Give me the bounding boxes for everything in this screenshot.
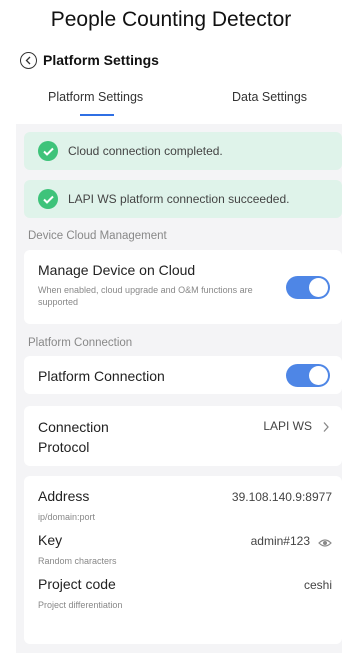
connection-details-card: Address ip/domain:port 39.108.140.9:8977…: [24, 476, 342, 644]
connection-protocol-value: LAPI WS: [263, 419, 312, 433]
project-code-value[interactable]: ceshi: [304, 578, 332, 592]
toggle-knob: [309, 366, 328, 385]
section-label-platform-connection: Platform Connection: [28, 337, 133, 349]
page-title: Platform Settings: [43, 52, 159, 68]
address-value[interactable]: 39.108.140.9:8977: [232, 490, 332, 504]
lapi-status-banner: LAPI WS platform connection succeeded.: [24, 180, 342, 218]
connection-protocol-row[interactable]: Connection Protocol LAPI WS: [24, 406, 342, 466]
manage-cloud-toggle[interactable]: [286, 276, 330, 299]
platform-connection-card: Platform Connection: [24, 356, 342, 394]
active-tab-indicator: [80, 114, 114, 116]
project-code-hint: Project differentiation: [38, 600, 123, 610]
key-label: Key: [38, 532, 63, 548]
back-arrow-icon[interactable]: [20, 51, 37, 69]
tab-platform-settings[interactable]: Platform Settings: [48, 90, 143, 104]
manage-cloud-title: Manage Device on Cloud: [38, 262, 196, 278]
tab-bar: Platform Settings Data Settings: [0, 84, 342, 120]
key-hint: Random characters: [38, 556, 117, 566]
banner-text: Cloud connection completed.: [68, 144, 223, 158]
check-circle-icon: [38, 141, 58, 161]
tab-data-settings[interactable]: Data Settings: [232, 90, 307, 104]
toggle-knob: [309, 278, 328, 297]
banner-text: LAPI WS platform connection succeeded.: [68, 192, 290, 206]
address-label: Address: [38, 488, 90, 504]
check-circle-icon: [38, 189, 58, 209]
section-label-device-cloud: Device Cloud Management: [28, 230, 167, 242]
connection-protocol-label: Connection Protocol: [38, 419, 109, 455]
eye-icon[interactable]: [318, 535, 332, 553]
chevron-right-icon: [322, 420, 330, 438]
settings-panel: Cloud connection completed. LAPI WS plat…: [16, 124, 342, 653]
key-value[interactable]: admin#123: [251, 534, 310, 548]
platform-connection-title: Platform Connection: [38, 368, 165, 384]
nav-bar: Platform Settings: [20, 50, 159, 70]
manage-cloud-description: When enabled, cloud upgrade and O&M func…: [38, 285, 253, 307]
cloud-status-banner: Cloud connection completed.: [24, 132, 342, 170]
manage-cloud-card: Manage Device on Cloud When enabled, clo…: [24, 250, 342, 324]
address-hint: ip/domain:port: [38, 512, 96, 522]
app-title: People Counting Detector: [50, 8, 292, 31]
platform-connection-toggle[interactable]: [286, 364, 330, 387]
project-code-label: Project code: [38, 576, 116, 592]
